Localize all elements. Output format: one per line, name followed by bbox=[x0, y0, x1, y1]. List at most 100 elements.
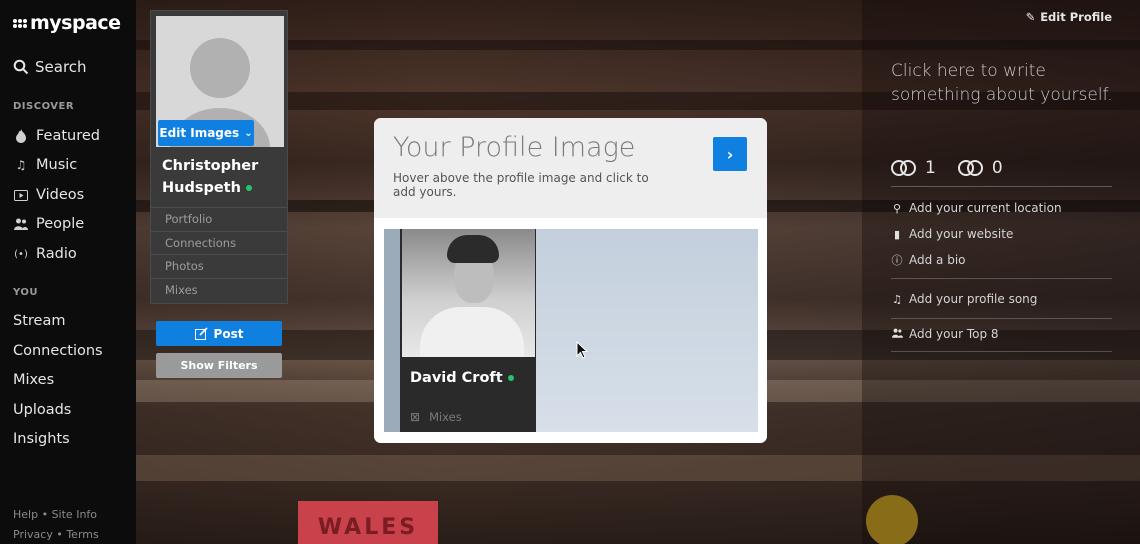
profile-link-photos[interactable]: Photos bbox=[151, 254, 287, 278]
online-status-icon bbox=[507, 375, 514, 381]
nav-label: Mixes bbox=[13, 372, 55, 388]
nav-item-connections[interactable]: Connections bbox=[13, 343, 103, 359]
music-note-icon: ♫ bbox=[15, 158, 27, 172]
footer-separator: • bbox=[56, 528, 67, 541]
music-note-icon: ♫ bbox=[892, 292, 902, 306]
chevron-down-icon: ⌄ bbox=[244, 127, 253, 139]
add-top-8-link[interactable]: Add your Top 8 bbox=[891, 327, 999, 341]
demo-screenshot: David Croft ⊠ Mixes bbox=[384, 229, 758, 432]
radio-icon: (•) bbox=[14, 248, 28, 260]
online-status-icon bbox=[245, 185, 252, 191]
nav-item-stream[interactable]: Stream bbox=[13, 313, 65, 329]
profile-card: Edit Images ⌄ Christopher Hudspeth Portf… bbox=[150, 10, 288, 304]
info-icon: ⓘ bbox=[891, 254, 903, 267]
detail-label: Add a bio bbox=[909, 253, 966, 267]
privacy-link[interactable]: Privacy bbox=[13, 528, 53, 541]
about-me-placeholder[interactable]: Click here to write something about your… bbox=[891, 59, 1131, 107]
video-icon bbox=[13, 187, 29, 203]
nav-item-people[interactable]: People bbox=[13, 216, 84, 232]
people-icon bbox=[13, 216, 29, 232]
footer-separator: • bbox=[41, 508, 52, 521]
demo-photo-hair bbox=[447, 235, 499, 263]
search-label: Search bbox=[35, 58, 87, 76]
site-info-link[interactable]: Site Info bbox=[52, 508, 97, 521]
nav-label: Music bbox=[36, 157, 78, 173]
show-filters-button[interactable]: Show Filters bbox=[156, 353, 282, 378]
nav-label: Stream bbox=[13, 313, 66, 329]
connections-out-count: 0 bbox=[991, 158, 1003, 178]
nav-label: Videos bbox=[36, 187, 85, 203]
connections-in-count: 1 bbox=[925, 158, 936, 178]
you-heading: YOU bbox=[13, 287, 39, 298]
edit-images-label: Edit Images bbox=[159, 126, 240, 140]
people-icon bbox=[891, 328, 903, 341]
myspace-logo[interactable]: myspace bbox=[13, 12, 121, 34]
nav-label: Uploads bbox=[13, 402, 72, 418]
demo-profile-card: David Croft ⊠ Mixes bbox=[400, 229, 536, 432]
nav-item-featured[interactable]: Featured bbox=[13, 128, 100, 144]
next-button[interactable]: › bbox=[713, 137, 747, 171]
post-button[interactable]: Post bbox=[156, 321, 282, 346]
bookmark-icon: ▮ bbox=[893, 227, 901, 241]
demo-profile-name: David Croft bbox=[410, 370, 514, 386]
help-link[interactable]: Help bbox=[13, 508, 38, 521]
nav-item-insights[interactable]: Insights bbox=[13, 431, 70, 447]
detail-label: Add your website bbox=[909, 227, 1014, 241]
nav-item-mixes[interactable]: Mixes bbox=[13, 372, 54, 388]
logo-dots-icon bbox=[13, 18, 27, 28]
footer-links-row-1: Help • Site Info bbox=[13, 508, 97, 521]
mouse-cursor-icon bbox=[576, 341, 588, 359]
connections-in-icon[interactable] bbox=[891, 159, 919, 177]
profile-links: Portfolio Connections Photos Mixes bbox=[151, 207, 287, 301]
profile-image-tip-modal: Your Profile Image Hover above the profi… bbox=[374, 118, 767, 443]
add-profile-song-link[interactable]: ♫ Add your profile song bbox=[891, 292, 1037, 306]
modal-description: Hover above the profile image and click … bbox=[393, 171, 649, 199]
search-link[interactable]: Search bbox=[13, 58, 87, 76]
divider bbox=[891, 278, 1112, 279]
connections-out-icon[interactable] bbox=[957, 159, 986, 177]
post-label: Post bbox=[213, 326, 244, 341]
divider bbox=[891, 351, 1112, 352]
modal-title: Your Profile Image bbox=[393, 132, 636, 163]
flame-icon bbox=[13, 128, 29, 144]
add-bio-link[interactable]: ⓘ Add a bio bbox=[891, 252, 966, 268]
nav-label: Featured bbox=[36, 128, 100, 144]
divider bbox=[891, 318, 1112, 319]
add-website-link[interactable]: ▮ Add your website bbox=[891, 227, 1013, 241]
demo-profile-photo bbox=[402, 229, 535, 357]
modal-header: Your Profile Image Hover above the profi… bbox=[374, 118, 767, 218]
demo-strip bbox=[384, 229, 400, 432]
terms-link[interactable]: Terms bbox=[66, 528, 98, 541]
compose-icon bbox=[194, 327, 208, 340]
chevron-right-icon: › bbox=[726, 144, 734, 164]
profile-link-mixes[interactable]: Mixes bbox=[151, 277, 287, 302]
profile-link-portfolio[interactable]: Portfolio bbox=[151, 207, 287, 231]
profile-first-name: Christopher bbox=[162, 158, 259, 174]
nav-item-videos[interactable]: Videos bbox=[13, 187, 84, 203]
nav-item-music[interactable]: ♫ Music bbox=[13, 157, 78, 173]
nav-label: Radio bbox=[36, 246, 77, 262]
footer-links-row-2: Privacy • Terms bbox=[13, 528, 99, 541]
discover-heading: DISCOVER bbox=[13, 101, 75, 112]
connection-stats: 1 0 bbox=[891, 158, 1003, 178]
background-sign: WALES bbox=[298, 501, 438, 544]
pencil-icon: ✎ bbox=[1025, 10, 1036, 24]
edit-profile-label: Edit Profile bbox=[1040, 10, 1112, 24]
search-icon bbox=[13, 59, 29, 75]
demo-mixes-label: Mixes bbox=[429, 410, 462, 424]
profile-link-connections[interactable]: Connections bbox=[151, 230, 287, 255]
nav-item-radio[interactable]: (•) Radio bbox=[13, 246, 77, 262]
detail-label: Add your Top 8 bbox=[909, 327, 999, 341]
edit-profile-link[interactable]: ✎ Edit Profile bbox=[1026, 10, 1112, 24]
detail-label: Add your profile song bbox=[909, 292, 1038, 306]
demo-name-text: David Croft bbox=[410, 370, 503, 386]
profile-last-name: Hudspeth bbox=[162, 180, 241, 196]
detail-label: Add your current location bbox=[909, 201, 1062, 215]
logo-text: myspace bbox=[30, 12, 121, 34]
nav-item-uploads[interactable]: Uploads bbox=[13, 402, 71, 418]
edit-images-button[interactable]: Edit Images ⌄ bbox=[158, 120, 254, 146]
demo-photo-shirt bbox=[420, 307, 524, 357]
add-location-link[interactable]: ⚲ Add your current location bbox=[891, 201, 1062, 215]
left-navigation: myspace Search DISCOVER Featured ♫ Music… bbox=[0, 0, 136, 544]
modal-body: David Croft ⊠ Mixes bbox=[374, 218, 767, 443]
